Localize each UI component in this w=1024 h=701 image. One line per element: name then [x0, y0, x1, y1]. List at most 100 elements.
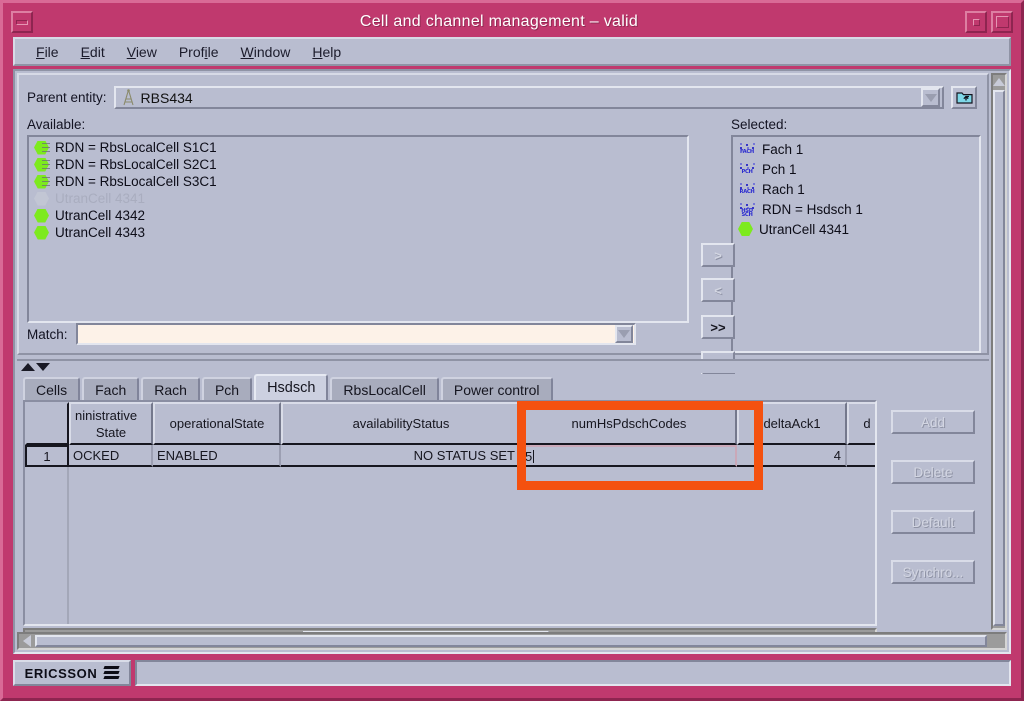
list-item-label: Fach 1	[762, 141, 804, 157]
default-button[interactable]: Default	[891, 510, 975, 534]
list-item-label: RDN = RbsLocalCell S3C1	[55, 174, 217, 189]
cell-value: ENABLED	[157, 447, 218, 463]
horizontal-scrollbar[interactable]	[17, 632, 1007, 650]
tab-fach[interactable]: Fach	[82, 377, 140, 400]
scroll-up-icon[interactable]	[993, 75, 1005, 89]
column-header-label: operationalState	[169, 416, 265, 431]
cell-value: 5	[525, 448, 533, 464]
attribute-table[interactable]: ninistrative State operationalState availab…	[23, 400, 877, 626]
list-item-label: RDN = RbsLocalCell S1C1	[55, 140, 217, 155]
list-item-label: UtranCell 4342	[55, 208, 146, 223]
scroll-left-icon[interactable]	[20, 635, 34, 647]
list-item[interactable]: RDN = RbsLocalCell S3C1	[31, 173, 687, 190]
title-bar: Cell and channel management – valid	[11, 9, 1013, 35]
tab-rbslocalcell[interactable]: RbsLocalCell	[330, 377, 439, 400]
cell-icon	[34, 191, 49, 206]
list-item[interactable]: UtranCell 4343	[31, 224, 687, 241]
table-row[interactable]: 1 OCKED ENABLED NO STATUS SET 5 4	[25, 445, 875, 467]
title-bar-buttons	[965, 11, 1013, 33]
scrollbar-thumb[interactable]	[35, 635, 987, 647]
add-button[interactable]: Add	[891, 410, 975, 434]
menu-window[interactable]: Window	[230, 41, 302, 63]
menu-file[interactable]: File	[25, 41, 70, 63]
window-maximize-button[interactable]	[991, 11, 1013, 33]
tab-label: Power control	[453, 381, 540, 398]
column-header-label: deltaAck1	[763, 416, 821, 431]
table-cell-operational-state-column[interactable]: ENABLED	[153, 445, 281, 467]
delete-button[interactable]: Delete	[891, 460, 975, 484]
tab-cells[interactable]: Cells	[23, 377, 81, 400]
list-item[interactable]: FACH Fach 1	[735, 139, 979, 159]
list-item[interactable]: UtranCell 4341	[31, 190, 687, 207]
menu-profile[interactable]: Profile	[168, 41, 230, 63]
available-label: Available:	[27, 117, 86, 132]
match-combo[interactable]	[75, 323, 636, 345]
tab-rach[interactable]: Rach	[141, 377, 200, 400]
tab-pch[interactable]: Pch	[201, 377, 253, 400]
column-header-label: State	[95, 424, 127, 440]
chevron-down-icon[interactable]	[614, 325, 633, 343]
scrollbar-thumb[interactable]	[993, 90, 1005, 626]
list-item[interactable]: UtranCell 4341	[735, 219, 979, 239]
parent-entity-value: RBS434	[140, 89, 193, 106]
table-cell-administrative-state-column[interactable]: OCKED	[69, 445, 153, 467]
list-item[interactable]: HSD SCH RDN = Hsdsch 1	[735, 199, 979, 219]
list-item[interactable]: PCH Pch 1	[735, 159, 979, 179]
cell-value: OCKED	[73, 447, 120, 463]
splitter-down-icon[interactable]	[36, 363, 50, 371]
list-item-label: UtranCell 4341	[55, 191, 146, 206]
parent-entity-combo[interactable]: RBS434	[113, 86, 944, 109]
folder-up-icon	[955, 92, 973, 104]
table-cell-delta-partial-column[interactable]	[847, 445, 875, 467]
column-header-label: numHsPdschCodes	[571, 416, 687, 431]
match-row: Match:	[27, 323, 981, 345]
move-left-button[interactable]: <	[701, 278, 735, 302]
parent-entity-label: Parent entity:	[27, 90, 107, 105]
move-right-button[interactable]: >	[701, 243, 735, 267]
pane-splitter[interactable]	[17, 359, 989, 373]
menu-bar: File Edit View Profile Window Help	[13, 37, 1011, 66]
menu-help[interactable]: Help	[301, 41, 352, 63]
available-list[interactable]: RDN = RbsLocalCell S1C1 RDN = RbsLocalCel…	[27, 135, 689, 323]
tab-power-control[interactable]: Power control	[440, 377, 553, 400]
chevron-down-icon[interactable]	[921, 88, 940, 107]
tab-label: Rach	[154, 381, 187, 398]
selected-label: Selected:	[731, 117, 788, 132]
detail-pane: Cells Fach Rach Pch Hsdsch RbsLocalCell Power …	[17, 374, 989, 650]
delta-ack1-column[interactable]: deltaAck1	[737, 402, 847, 445]
list-item[interactable]: RDN = RbsLocalCell S2C1	[31, 156, 687, 173]
delta-partial-column[interactable]: d	[847, 402, 875, 445]
hsdsch-channel-icon: HSD SCH	[738, 201, 756, 217]
operational-state-column[interactable]: operationalState	[153, 402, 281, 445]
availability-status-column[interactable]: availabilityStatus	[281, 402, 521, 445]
browse-parent-button[interactable]	[951, 86, 977, 109]
table-cell-row-number-column[interactable]: 1	[25, 445, 69, 467]
selected-list[interactable]: FACH Fach 1 PCH Pch 1 RACH Rach 1 HSD SCH RDN = …	[731, 135, 981, 353]
table-cell-availability-status-column[interactable]: NO STATUS SET	[281, 445, 521, 467]
list-item[interactable]: RDN = RbsLocalCell S1C1	[31, 139, 687, 156]
button-label: Add	[920, 414, 946, 430]
window-minimize-button[interactable]	[11, 11, 33, 33]
num-hs-pdsch-codes-column[interactable]: numHsPdschCodes	[521, 402, 737, 445]
tab-hsdsch[interactable]: Hsdsch	[254, 374, 329, 400]
list-item[interactable]: UtranCell 4342	[31, 207, 687, 224]
cell-rdn-icon	[34, 174, 50, 189]
window-restore-button[interactable]	[965, 11, 987, 33]
pch-channel-icon: PCH	[738, 161, 756, 177]
column-header-label: d	[863, 416, 871, 431]
parent-entity-row: Parent entity: RBS434	[27, 85, 977, 110]
menu-view[interactable]: View	[116, 41, 168, 63]
list-item-label: UtranCell 4341	[759, 221, 850, 237]
column-header-label: ninistrative	[75, 407, 138, 423]
list-item[interactable]: RACH Rach 1	[735, 179, 979, 199]
cell-editor-num-hs-pdsch-codes[interactable]: 5	[521, 445, 737, 467]
vertical-scrollbar[interactable]	[991, 73, 1007, 630]
rach-channel-icon: RACH	[738, 181, 756, 197]
administrative-state-column[interactable]: ninistrative State	[69, 402, 153, 445]
synchro-button[interactable]: Synchro...	[891, 560, 975, 584]
table-cell-delta-ack1-column[interactable]: 4	[737, 445, 847, 467]
splitter-up-icon[interactable]	[21, 363, 35, 371]
menu-edit[interactable]: Edit	[70, 41, 116, 63]
restore-icon	[972, 18, 980, 26]
row-number-column[interactable]	[25, 402, 69, 445]
